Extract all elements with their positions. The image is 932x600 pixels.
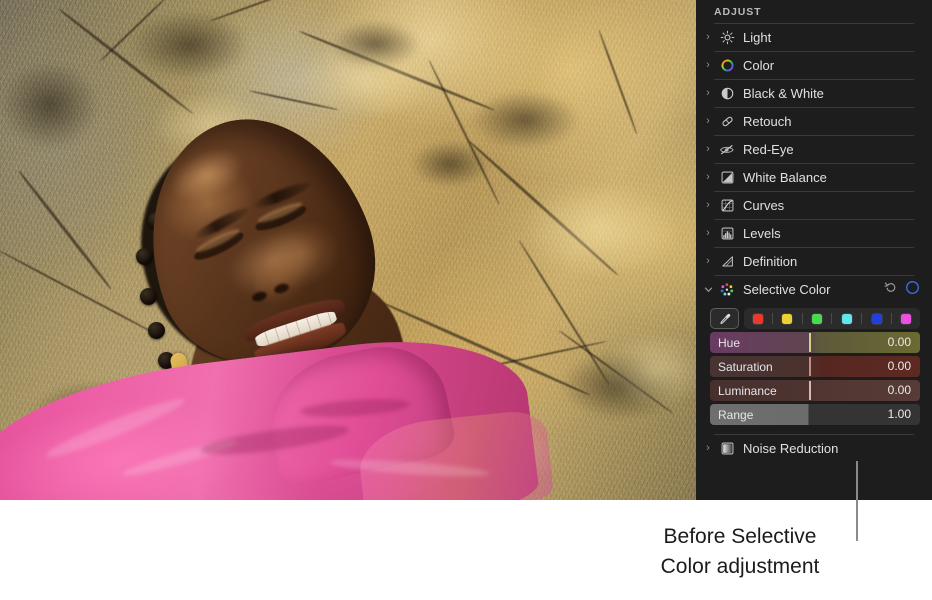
- chevron-right-icon[interactable]: ›: [700, 144, 716, 155]
- chevron-right-icon[interactable]: ›: [700, 228, 716, 239]
- slider-knob[interactable]: [808, 357, 812, 376]
- definition-icon: [716, 254, 738, 269]
- adjustment-row-color[interactable]: › Color: [696, 52, 932, 79]
- adjustment-row-curves[interactable]: › Curves: [696, 192, 932, 219]
- adjustment-row-red-eye[interactable]: › Red-Eye: [696, 136, 932, 163]
- swatch-separator: [861, 313, 863, 324]
- adjustment-label: Definition: [743, 254, 798, 269]
- magenta-swatch[interactable]: [901, 313, 912, 324]
- slider-saturation[interactable]: Saturation 0.00: [710, 356, 920, 377]
- sun-icon: [716, 30, 738, 45]
- adjustment-label: Curves: [743, 198, 785, 213]
- color-swatch-group: [744, 308, 920, 329]
- noise-reduction-icon: [716, 441, 738, 456]
- person-subject: [0, 0, 696, 500]
- blue-swatch[interactable]: [871, 313, 882, 324]
- yellow-swatch[interactable]: [782, 313, 793, 324]
- adjustment-row-retouch[interactable]: › Retouch: [696, 108, 932, 135]
- adjustment-row-selective-color[interactable]: Selective Color: [696, 276, 932, 303]
- adjustment-label: Retouch: [743, 114, 792, 129]
- adjustment-label: Light: [743, 30, 772, 45]
- swatch-separator: [831, 313, 833, 324]
- chevron-down-icon[interactable]: [700, 284, 716, 295]
- screenshot-root: ADJUST › Light › Color › Black & White ›…: [0, 0, 932, 600]
- eyedropper-icon: [719, 313, 730, 324]
- adjustment-label: Noise Reduction: [743, 441, 839, 456]
- adjust-sidebar: ADJUST › Light › Color › Black & White ›…: [696, 0, 932, 500]
- chevron-right-icon[interactable]: ›: [700, 88, 716, 99]
- chevron-right-icon[interactable]: ›: [700, 116, 716, 127]
- half-circle-icon: [716, 86, 738, 101]
- slider-label: Saturation: [718, 359, 773, 374]
- photo-viewer[interactable]: [0, 0, 696, 500]
- adjustment-label: Levels: [743, 226, 781, 241]
- adjustment-row-light[interactable]: › Light: [696, 24, 932, 51]
- red-swatch[interactable]: [752, 313, 763, 324]
- adjustment-row-definition[interactable]: › Definition: [696, 248, 932, 275]
- slider-hue[interactable]: Hue 0.00: [710, 332, 920, 353]
- slider-label: Luminance: [718, 383, 777, 398]
- slider-label: Range: [718, 407, 754, 422]
- white-balance-icon: [716, 170, 738, 185]
- adjustment-label: Red-Eye: [743, 142, 794, 157]
- color-wheel-icon: [716, 58, 738, 73]
- slider-value: 0.00: [887, 359, 911, 373]
- swatch-separator: [772, 313, 774, 324]
- adjustment-row-white-balance[interactable]: › White Balance: [696, 164, 932, 191]
- caption-text: Before Selective Color adjustment: [560, 522, 920, 582]
- slider-knob[interactable]: [808, 381, 812, 400]
- slider-label: Hue: [718, 335, 741, 350]
- adjustment-row-black-and-white[interactable]: › Black & White: [696, 80, 932, 107]
- adjustment-label: Color: [743, 58, 775, 73]
- curves-icon: [716, 198, 738, 213]
- eye-slash-icon: [716, 142, 738, 157]
- chevron-right-icon[interactable]: ›: [700, 60, 716, 71]
- chevron-right-icon[interactable]: ›: [700, 172, 716, 183]
- enable-circle-icon[interactable]: [905, 280, 920, 300]
- row-actions: [884, 280, 932, 300]
- noise-reduction-wrapper: › Noise Reduction: [696, 434, 932, 462]
- swatch-separator: [801, 313, 803, 324]
- slider-luminance[interactable]: Luminance 0.00: [710, 380, 920, 401]
- adjustment-label: White Balance: [743, 170, 827, 185]
- green-swatch[interactable]: [812, 313, 823, 324]
- chevron-right-icon[interactable]: ›: [700, 443, 716, 454]
- swatch-separator: [890, 313, 892, 324]
- panel-title: ADJUST: [714, 6, 762, 18]
- adjustment-row-levels[interactable]: › Levels: [696, 220, 932, 247]
- adjustment-row-noise-reduction[interactable]: › Noise Reduction: [696, 435, 932, 462]
- levels-icon: [716, 226, 738, 241]
- selective-color-dots-icon: [716, 282, 738, 298]
- slider-value: 1.00: [887, 407, 911, 421]
- adjustment-label: Black & White: [743, 86, 824, 101]
- selective-color-controls: Hue 0.00 Saturation 0.00 Luminance 0.00 …: [696, 303, 932, 429]
- slider-knob[interactable]: [808, 333, 812, 352]
- chevron-right-icon[interactable]: ›: [700, 200, 716, 211]
- adjustment-label: Selective Color: [743, 282, 831, 297]
- bandage-icon: [716, 114, 738, 129]
- color-swatch-bar: [696, 306, 932, 329]
- cyan-swatch[interactable]: [841, 313, 852, 324]
- caption-line-1: Before Selective: [663, 525, 817, 548]
- chevron-right-icon[interactable]: ›: [700, 256, 716, 267]
- slider-range[interactable]: Range 1.00: [710, 404, 920, 425]
- slider-value: 0.00: [887, 383, 911, 397]
- caption-line-2: Color adjustment: [660, 555, 820, 578]
- chevron-right-icon[interactable]: ›: [700, 32, 716, 43]
- eyedropper-button[interactable]: [710, 308, 739, 329]
- slider-value: 0.00: [887, 335, 911, 349]
- reset-arrow-icon[interactable]: [884, 280, 898, 299]
